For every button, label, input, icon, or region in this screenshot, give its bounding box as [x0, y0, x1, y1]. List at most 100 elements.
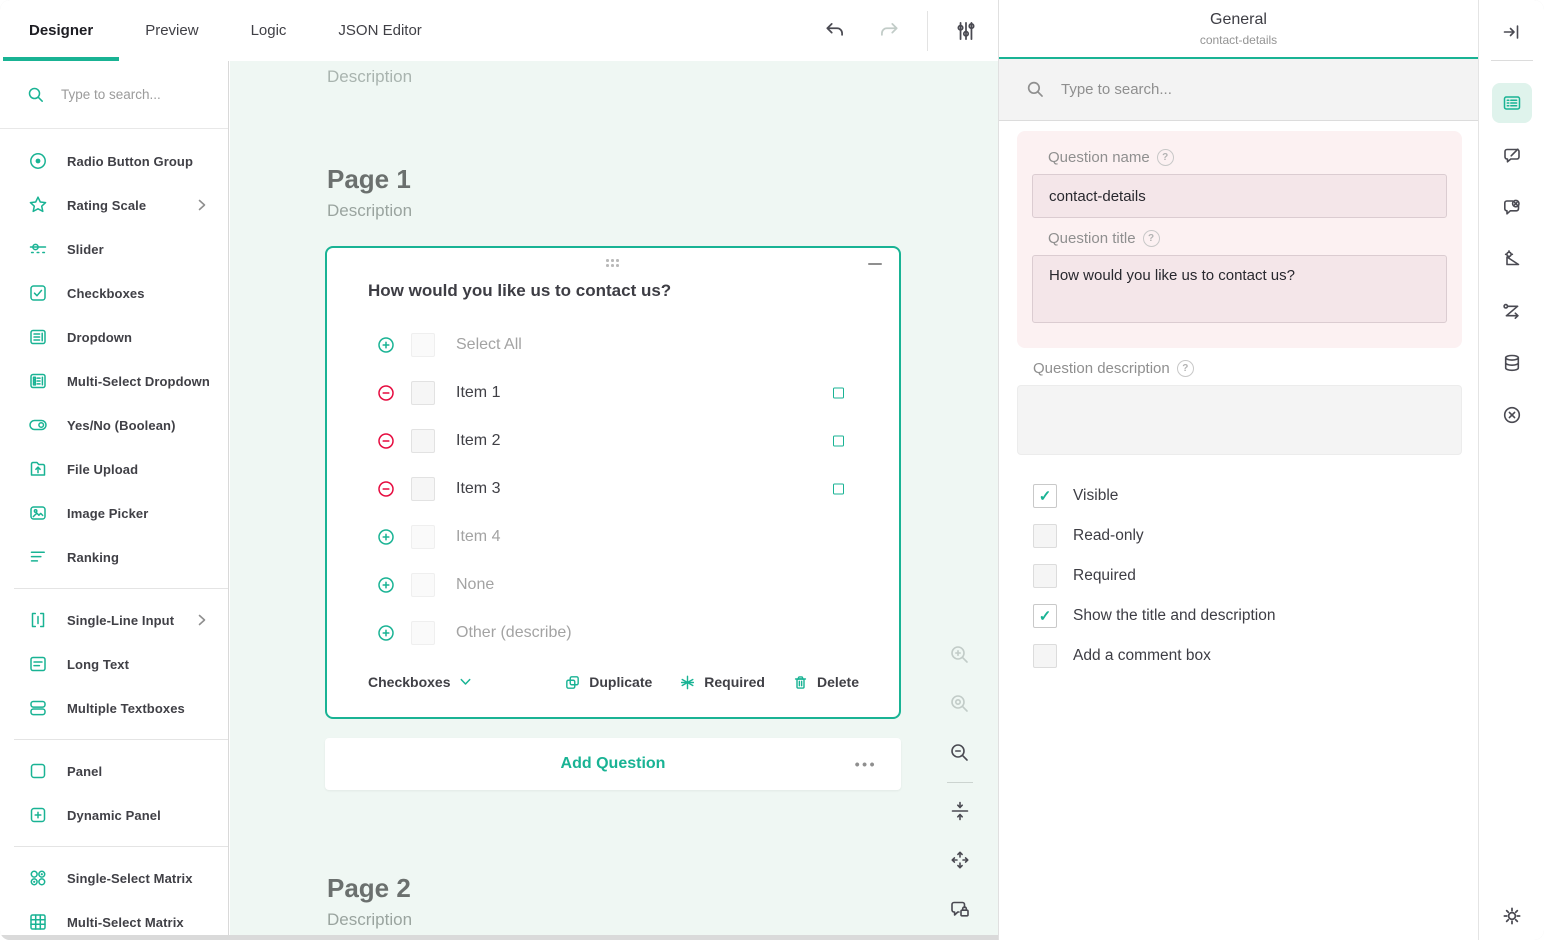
zoom-out-button[interactable] — [948, 741, 972, 765]
choice-checkbox[interactable] — [411, 621, 435, 645]
zoom-in-button[interactable] — [948, 643, 972, 667]
show-title-description-checkbox[interactable] — [1033, 604, 1057, 628]
page2-description-placeholder[interactable]: Description — [327, 910, 412, 930]
tab-designer[interactable]: Designer — [3, 0, 119, 61]
choice-row-item2[interactable]: Item 2 — [327, 417, 899, 465]
choice-label[interactable]: Item 1 — [456, 384, 500, 402]
choice-row-other-ghost[interactable]: Other (describe) — [327, 609, 899, 657]
add-comment-box-checkbox[interactable] — [1033, 644, 1057, 668]
tab-logic[interactable]: Logic — [225, 0, 313, 61]
question-title-input[interactable]: How would you like us to contact us? — [1032, 255, 1447, 323]
page1-description-placeholder[interactable]: Description — [327, 201, 412, 221]
question-type-selector[interactable]: Checkboxes — [368, 674, 471, 690]
required-checkbox[interactable] — [1033, 564, 1057, 588]
question-title[interactable]: How would you like us to contact us? — [368, 281, 671, 301]
collapse-panel-button[interactable] — [1492, 12, 1532, 52]
question-description-input[interactable] — [1017, 385, 1462, 455]
remove-item-icon[interactable] — [377, 432, 395, 450]
toolbox-item-boolean[interactable]: Yes/No (Boolean) — [0, 403, 228, 447]
add-item-icon[interactable] — [377, 624, 395, 642]
undo-button[interactable] — [819, 15, 851, 47]
creator-settings-button[interactable] — [1479, 904, 1544, 928]
visible-checkbox[interactable] — [1033, 484, 1057, 508]
read-only-checkbox-row[interactable]: Read-only — [1033, 516, 1462, 556]
choice-checkbox[interactable] — [411, 477, 435, 501]
choice-row-select-all[interactable]: Select All — [327, 321, 899, 369]
choice-drag-handle[interactable] — [833, 484, 844, 495]
choice-checkbox[interactable] — [411, 429, 435, 453]
toolbox-item-file-upload[interactable]: File Upload — [0, 447, 228, 491]
duplicate-button[interactable]: Duplicate — [564, 674, 652, 691]
category-data-button[interactable] — [1492, 343, 1532, 383]
choice-row-item3[interactable]: Item 3 — [327, 465, 899, 513]
collapse-all-button[interactable] — [948, 799, 972, 823]
toolbox-item-radio-button-group[interactable]: Radio Button Group — [0, 139, 228, 183]
choice-row-item1[interactable]: Item 1 — [327, 369, 899, 417]
category-logic-button[interactable] — [1492, 291, 1532, 331]
category-validation-button[interactable] — [1492, 395, 1532, 435]
choice-label[interactable]: None — [456, 576, 494, 594]
property-search-input[interactable] — [1059, 80, 1363, 99]
toolbox-item-rating-scale[interactable]: Rating Scale — [0, 183, 228, 227]
question-drag-handle[interactable] — [606, 259, 620, 268]
add-item-icon[interactable] — [377, 576, 395, 594]
toolbox-search-input[interactable] — [59, 86, 203, 103]
choice-row-item4-ghost[interactable]: Item 4 — [327, 513, 899, 561]
toolbox-item-single-select-matrix[interactable]: Single-Select Matrix — [0, 856, 228, 900]
choice-drag-handle[interactable] — [833, 388, 844, 399]
selected-question-card[interactable]: How would you like us to contact us? Sel… — [325, 246, 901, 719]
show-title-description-checkbox-row[interactable]: Show the title and description — [1033, 596, 1462, 636]
zoom-reset-button[interactable] — [948, 692, 972, 716]
add-item-icon[interactable] — [377, 528, 395, 546]
toolbox-item-dropdown[interactable]: Dropdown — [0, 315, 228, 359]
toolbox-item-dynamic-panel[interactable]: Dynamic Panel — [0, 793, 228, 837]
choice-checkbox[interactable] — [411, 333, 435, 357]
toolbox-item-slider[interactable]: Slider — [0, 227, 228, 271]
add-question-menu-button[interactable]: ••• — [855, 756, 877, 772]
visible-checkbox-row[interactable]: Visible — [1033, 476, 1462, 516]
tab-preview[interactable]: Preview — [119, 0, 224, 61]
toolbox-item-panel[interactable]: Panel — [0, 749, 228, 793]
choice-row-none-ghost[interactable]: None — [327, 561, 899, 609]
add-item-icon[interactable] — [377, 336, 395, 354]
toolbox-item-image-picker[interactable]: Image Picker — [0, 491, 228, 535]
choice-label[interactable]: Item 2 — [456, 432, 500, 450]
collapse-question-button[interactable] — [868, 263, 882, 265]
category-theme-button[interactable] — [1492, 239, 1532, 279]
toolbox-item-ranking[interactable]: Ranking — [0, 535, 228, 579]
category-comment-button[interactable] — [1492, 187, 1532, 227]
toolbox-item-multi-select-matrix[interactable]: Multi-Select Matrix — [0, 900, 228, 935]
page1-title[interactable]: Page 1 — [327, 164, 411, 195]
redo-button[interactable] — [873, 15, 905, 47]
read-only-checkbox[interactable] — [1033, 524, 1057, 548]
choice-checkbox[interactable] — [411, 573, 435, 597]
delete-button[interactable]: Delete — [792, 674, 859, 691]
choice-checkbox[interactable] — [411, 381, 435, 405]
choice-label[interactable]: Select All — [456, 336, 522, 354]
horizontal-scrollbar[interactable] — [0, 935, 998, 940]
add-question-button[interactable]: Add Question ••• — [325, 738, 901, 790]
toolbox-item-single-line-input[interactable]: Single-Line Input — [0, 598, 228, 642]
lock-questions-button[interactable] — [948, 897, 972, 921]
toolbox-item-multi-select-dropdown[interactable]: Multi-Select Dropdown — [0, 359, 228, 403]
choice-label[interactable]: Item 4 — [456, 528, 500, 546]
survey-description-placeholder[interactable]: Description — [327, 67, 412, 87]
choice-label[interactable]: Item 3 — [456, 480, 500, 498]
choice-label[interactable]: Other (describe) — [456, 624, 572, 642]
required-toggle-button[interactable]: Required — [679, 674, 765, 691]
category-general-button[interactable] — [1492, 83, 1532, 123]
survey-settings-button[interactable] — [950, 15, 982, 47]
add-comment-box-checkbox-row[interactable]: Add a comment box — [1033, 636, 1462, 676]
expand-drag-mode-button[interactable] — [948, 848, 972, 872]
category-display-button[interactable] — [1492, 135, 1532, 175]
toolbox-item-multiple-textboxes[interactable]: Multiple Textboxes — [0, 686, 228, 730]
choice-drag-handle[interactable] — [833, 436, 844, 447]
question-name-input[interactable] — [1032, 174, 1447, 218]
page2-title[interactable]: Page 2 — [327, 873, 411, 904]
choice-checkbox[interactable] — [411, 525, 435, 549]
required-checkbox-row[interactable]: Required — [1033, 556, 1462, 596]
remove-item-icon[interactable] — [377, 384, 395, 402]
toolbox-item-checkboxes[interactable]: Checkboxes — [0, 271, 228, 315]
tab-json-editor[interactable]: JSON Editor — [312, 0, 447, 61]
toolbox-item-long-text[interactable]: Long Text — [0, 642, 228, 686]
